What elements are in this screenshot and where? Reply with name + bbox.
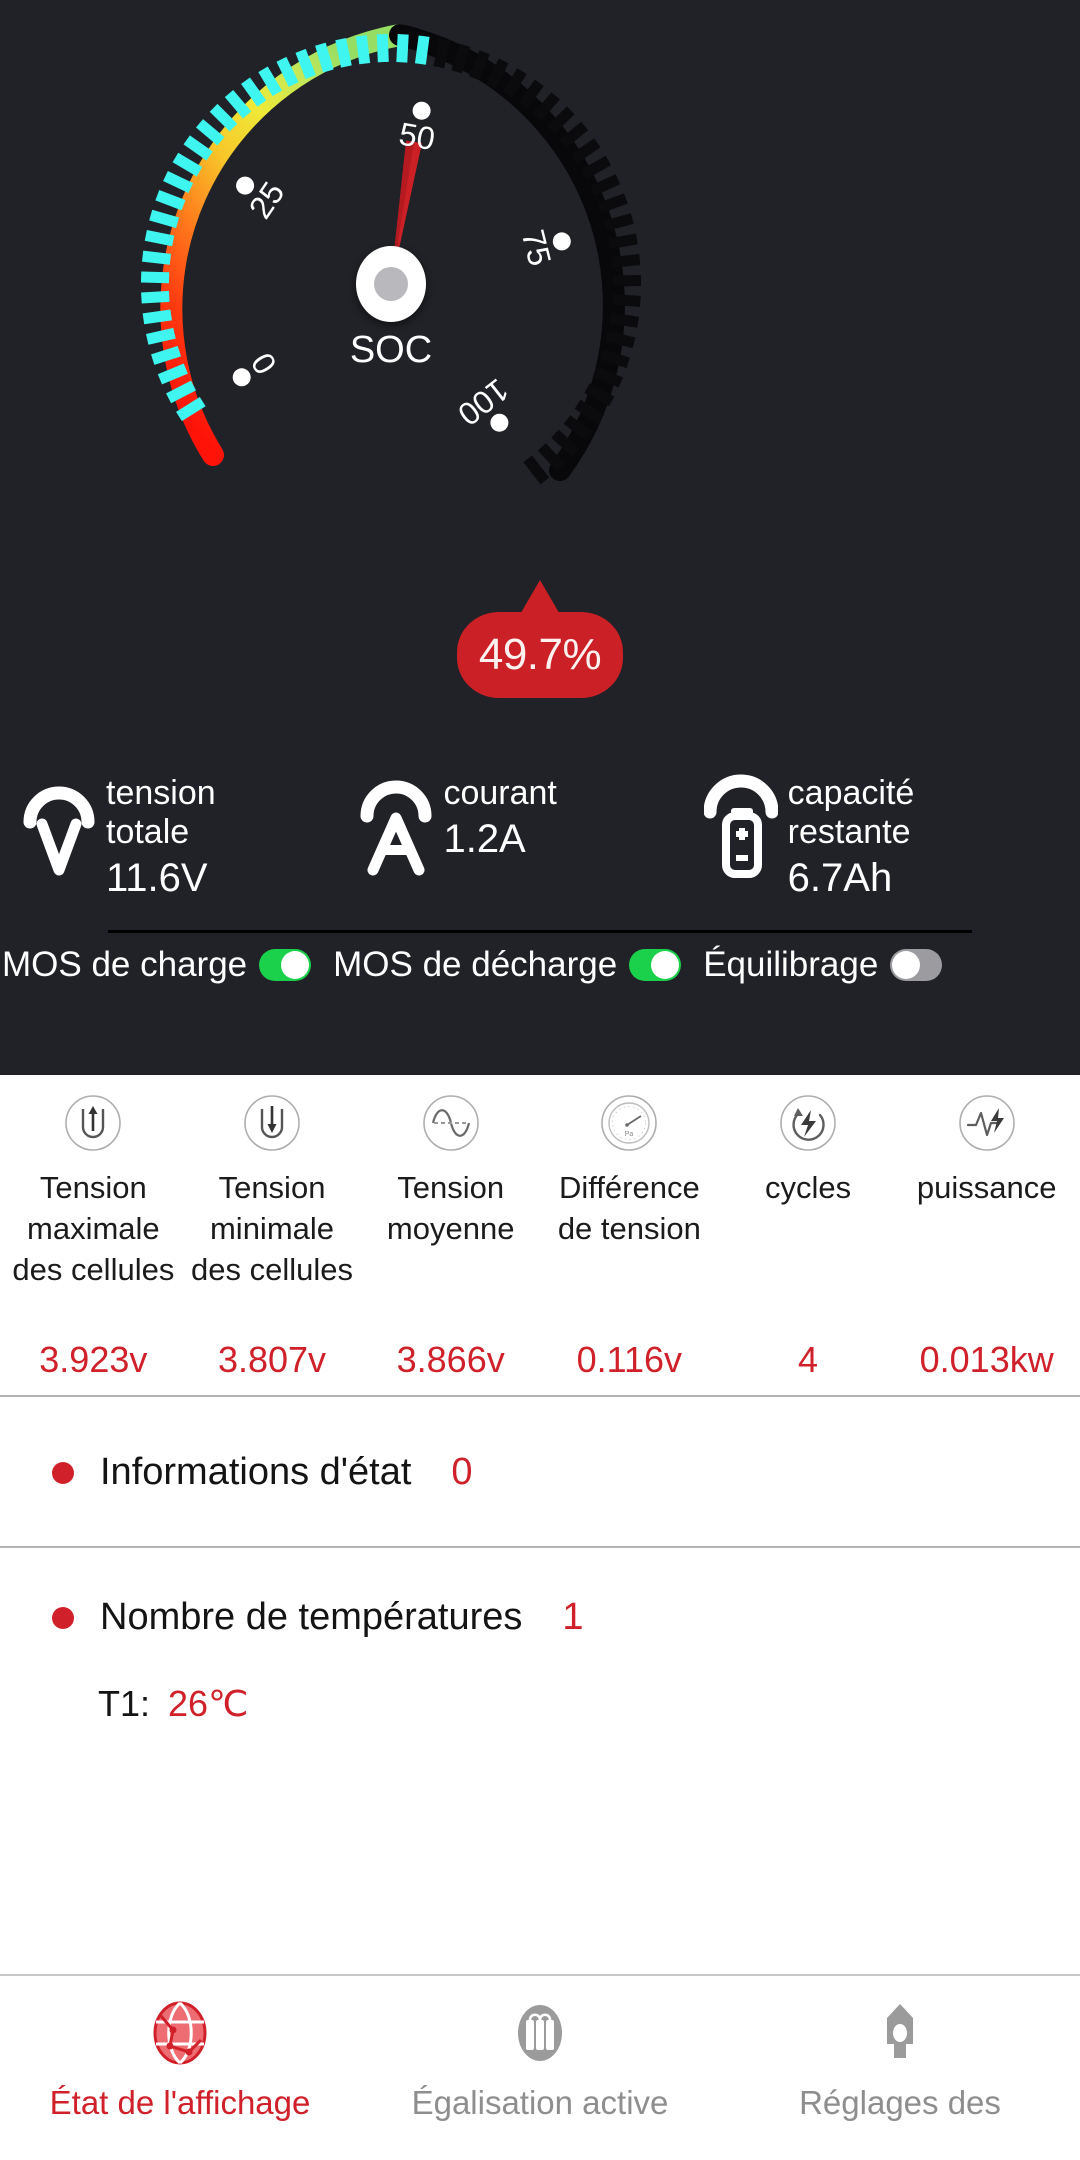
status-info-row: Informations d'état 0 bbox=[52, 1451, 1080, 1494]
measurement-current: courant 1.2A bbox=[359, 770, 703, 880]
battery-capacity-icon bbox=[703, 770, 779, 880]
status-info-count: 0 bbox=[451, 1451, 473, 1493]
stat-label: Tension maximale des cellules bbox=[12, 1170, 175, 1287]
measurement-value: 11.6V bbox=[106, 856, 208, 900]
stat-label: puissance bbox=[916, 1170, 1057, 1205]
nav-tab-settings[interactable]: Réglages des bbox=[720, 1996, 1080, 2122]
soc-gauge: 0 25 50 75 100 SOC 49.7% bbox=[0, 0, 1080, 770]
stat-value: 4 bbox=[798, 1339, 819, 1380]
network-globe-icon bbox=[143, 1996, 217, 2070]
pressure-gauge-icon: Pa bbox=[599, 1093, 659, 1153]
stat-value: 0.116v bbox=[576, 1339, 683, 1380]
gauge-soc-caption: SOC bbox=[350, 329, 432, 371]
settings-rocket-icon bbox=[863, 1996, 937, 2070]
cycle-bolt-icon bbox=[778, 1093, 838, 1153]
balancing-label: Équilibrage bbox=[703, 945, 879, 984]
nav-label: Égalisation active bbox=[411, 2084, 669, 2121]
stat-power: puissance 0.013kw bbox=[897, 1093, 1076, 1395]
temperature-sensor-value: 26℃ bbox=[168, 1683, 249, 1724]
stat-average-voltage: Tension moyenne 3.866v bbox=[361, 1093, 540, 1395]
mos-discharge-toggle-group[interactable]: MOS de décharge bbox=[333, 945, 682, 985]
measurement-remaining-capacity: capacité restante 6.7Ah bbox=[703, 770, 1058, 904]
status-info-section[interactable]: Informations d'état 0 bbox=[0, 1397, 1080, 1546]
soc-value-badge: 49.7% bbox=[457, 612, 623, 698]
measurement-label-line1: tension bbox=[106, 774, 216, 812]
temperature-count-row: Nombre de températures 1 bbox=[52, 1596, 1080, 1639]
measurement-label-line2: restante bbox=[787, 813, 911, 851]
svg-text:0: 0 bbox=[244, 346, 284, 380]
stat-cell-min-voltage: Tension minimale des cellules 3.807v bbox=[183, 1093, 362, 1395]
gauge-panel: 0 25 50 75 100 SOC 49.7% tension totale … bbox=[0, 0, 1080, 1075]
nav-label: Réglages des bbox=[799, 2084, 1001, 2121]
stat-value: 3.923v bbox=[39, 1339, 148, 1380]
bms-app-screen: 0 25 50 75 100 SOC 49.7% tension totale … bbox=[0, 0, 1080, 2160]
measurement-total-voltage: tension totale 11.6V bbox=[22, 770, 359, 904]
temperature-sensor-row: T1: 26℃ bbox=[98, 1683, 1080, 1725]
stat-voltage-difference: Pa Différence de tension 0.116v bbox=[540, 1093, 719, 1395]
temperature-sensor-key: T1: bbox=[98, 1683, 151, 1724]
measurement-label-line1: capacité bbox=[787, 774, 915, 812]
balancing-toggle-group[interactable]: Équilibrage bbox=[703, 945, 943, 985]
details-body: Tension maximale des cellules 3.923v Ten… bbox=[0, 1075, 1080, 2160]
mos-discharge-toggle[interactable] bbox=[629, 949, 682, 981]
measurement-label-line2: totale bbox=[106, 813, 190, 851]
toggle-knob bbox=[651, 951, 680, 979]
mos-charge-label: MOS de charge bbox=[2, 945, 248, 984]
toggle-knob bbox=[281, 951, 310, 979]
temperature-label: Nombre de températures bbox=[100, 1596, 523, 1638]
status-bullet-icon bbox=[52, 1461, 74, 1484]
stat-label: Différence de tension bbox=[557, 1170, 701, 1246]
svg-text:50: 50 bbox=[396, 115, 437, 157]
voltmeter-icon bbox=[22, 770, 96, 880]
stat-cell-max-voltage: Tension maximale des cellules 3.923v bbox=[4, 1093, 183, 1395]
temperature-bullet-icon bbox=[52, 1606, 74, 1629]
svg-text:Pa: Pa bbox=[625, 1131, 634, 1138]
gauge-gradient-arc bbox=[160, 24, 411, 466]
mos-charge-toggle[interactable] bbox=[259, 949, 312, 981]
balancing-toggle[interactable] bbox=[890, 949, 943, 981]
stat-cycles: cycles 4 bbox=[719, 1093, 898, 1395]
measurement-label-line1: courant bbox=[443, 774, 557, 812]
power-pulse-icon bbox=[957, 1093, 1017, 1153]
stat-label: Tension minimale des cellules bbox=[191, 1170, 353, 1287]
nav-tab-display-status[interactable]: État de l'affichage bbox=[0, 1996, 360, 2122]
ammeter-icon bbox=[359, 770, 433, 880]
measurement-value: 6.7Ah bbox=[787, 856, 893, 900]
temperature-section[interactable]: Nombre de températures 1 T1: 26℃ bbox=[0, 1548, 1080, 1769]
temperature-count: 1 bbox=[562, 1596, 584, 1638]
stat-value: 0.013kw bbox=[919, 1339, 1054, 1380]
toggle-knob bbox=[892, 951, 921, 979]
cell-min-icon bbox=[242, 1093, 302, 1153]
status-info-label: Informations d'état bbox=[100, 1451, 412, 1493]
sine-wave-icon bbox=[421, 1093, 481, 1153]
measurement-value: 1.2A bbox=[443, 817, 526, 861]
stat-label: Tension moyenne bbox=[386, 1170, 515, 1246]
stat-label: cycles bbox=[764, 1170, 852, 1205]
measurements-row: tension totale 11.6V courant 1.2A capaci… bbox=[0, 770, 1080, 930]
mos-charge-toggle-group[interactable]: MOS de charge bbox=[2, 945, 312, 985]
bottom-navigation: État de l'affichage Égalisation active R… bbox=[0, 1974, 1080, 2160]
cell-stats-grid: Tension maximale des cellules 3.923v Ten… bbox=[0, 1075, 1080, 1395]
nav-tab-active-balancing[interactable]: Égalisation active bbox=[360, 1996, 720, 2122]
stat-value: 3.866v bbox=[396, 1339, 505, 1380]
mos-toggle-row: MOS de charge MOS de décharge Équilibrag… bbox=[0, 933, 1080, 997]
svg-text:75: 75 bbox=[515, 226, 559, 269]
mos-discharge-label: MOS de décharge bbox=[333, 945, 618, 984]
cell-max-icon bbox=[63, 1093, 123, 1153]
battery-cells-icon bbox=[503, 1996, 577, 2070]
nav-label: État de l'affichage bbox=[49, 2084, 311, 2121]
gauge-hub bbox=[356, 246, 426, 322]
soc-value-text: 49.7% bbox=[478, 630, 602, 679]
stat-value: 3.807v bbox=[217, 1339, 327, 1380]
